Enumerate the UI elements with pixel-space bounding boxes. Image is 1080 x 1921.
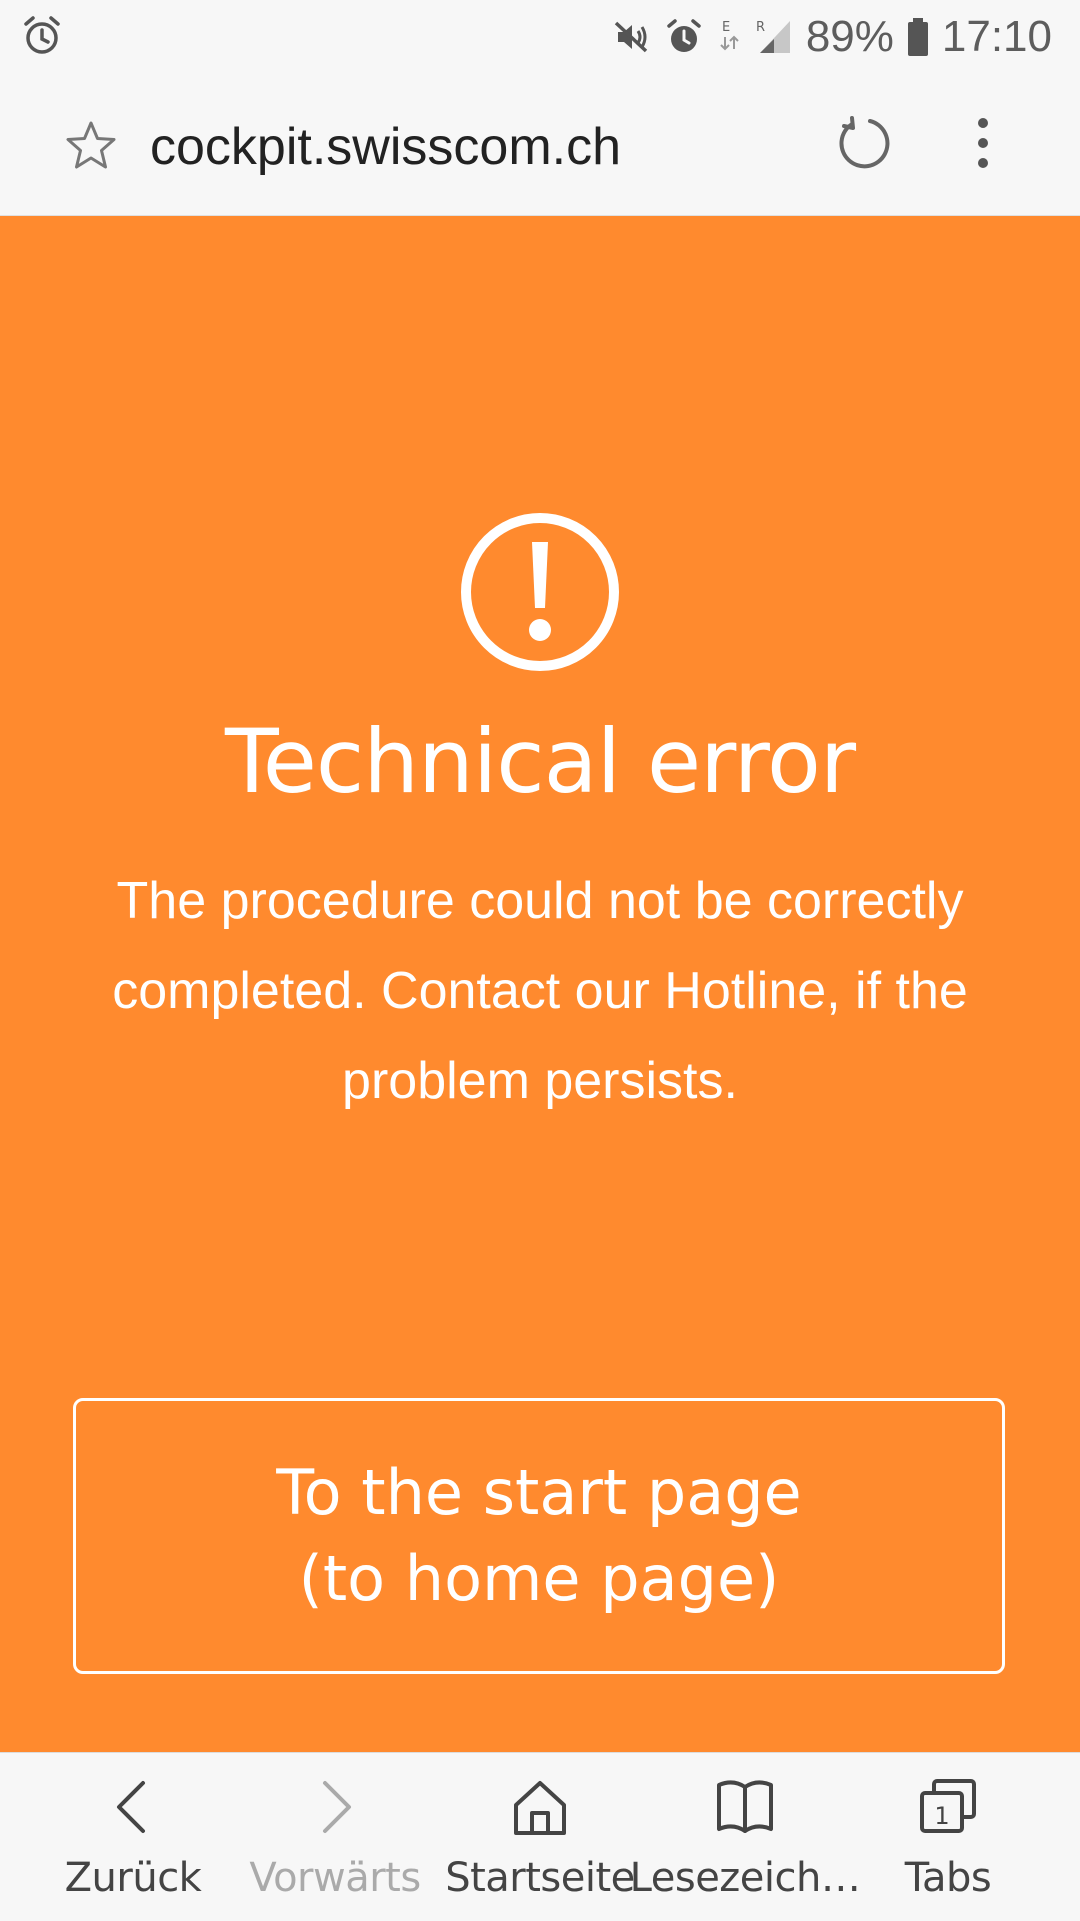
svg-text:R: R <box>756 20 765 35</box>
nav-home-label: Startseite <box>445 1855 635 1901</box>
exclamation-circle-icon <box>461 513 619 671</box>
nav-bookmarks-label: Lesezeich… <box>629 1855 861 1901</box>
nav-back-label: Zurück <box>64 1855 202 1901</box>
signal-r-icon: R <box>756 20 790 53</box>
error-page: Technical error The procedure could not … <box>0 216 1080 1752</box>
nav-back-button[interactable]: Zurück <box>25 1753 241 1921</box>
start-page-button[interactable]: To the start page (to home page) <box>73 1398 1005 1674</box>
battery-percent: 89% <box>805 12 894 61</box>
more-vertical-icon[interactable] <box>966 113 1000 173</box>
error-message: The procedure could not be correctly com… <box>112 872 968 1110</box>
data-e-icon: E <box>720 20 739 51</box>
reload-icon[interactable] <box>836 115 892 171</box>
forward-chevron-icon <box>323 1781 351 1833</box>
nav-bookmarks-button[interactable]: Lesezeich… <box>630 1753 861 1921</box>
battery-icon <box>907 18 928 56</box>
nav-forward-button[interactable]: Vorwärts <box>227 1753 443 1921</box>
tabs-icon: 1 <box>920 1779 976 1833</box>
back-chevron-icon <box>117 1781 145 1833</box>
mute-icon <box>614 21 648 53</box>
home-icon <box>514 1781 566 1835</box>
status-icons: E R 89% 17:10 <box>612 10 1052 64</box>
nav-home-button[interactable]: Startseite <box>432 1753 648 1921</box>
clock-time: 17:10 <box>941 12 1052 61</box>
tab-count: 1 <box>934 1802 949 1830</box>
url-text[interactable]: cockpit.swisscom.ch <box>150 117 621 177</box>
error-title: Technical error <box>224 710 856 813</box>
svg-text:E: E <box>722 20 730 35</box>
nav-tabs-label: Tabs <box>904 1855 992 1901</box>
browser-address-bar: cockpit.swisscom.ch <box>0 75 1080 216</box>
bookmark-book-icon <box>717 1780 773 1833</box>
nav-tabs-button[interactable]: 1 Tabs <box>840 1753 1056 1921</box>
alarm-clock-icon <box>24 16 60 54</box>
alarm-icon <box>667 19 701 52</box>
nav-forward-label: Vorwärts <box>249 1855 421 1901</box>
browser-bottom-nav: Zurück Vorwärts Startseite Lesezeich… 1 … <box>0 1752 1080 1921</box>
star-outline-icon[interactable] <box>64 119 118 173</box>
status-bar: E R 89% 17:10 <box>0 0 1080 75</box>
